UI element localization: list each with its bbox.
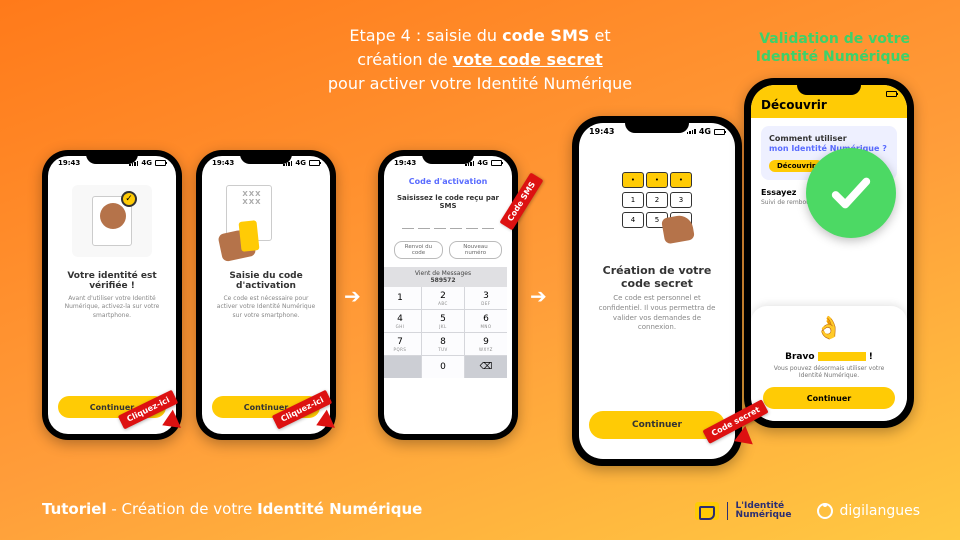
body-text: Avant d'utiliser votre Identité Numériqu… (58, 295, 166, 320)
key-1[interactable]: 1 (384, 287, 421, 309)
keypad-illustration: •••123456 (609, 156, 705, 246)
numeric-keyboard[interactable]: 12ABC3DEF 4GHI5JKL6MNO 7PQRS8TUV9WXYZ0⌫ (384, 287, 507, 378)
key-0[interactable]: 0 (422, 356, 464, 378)
key-7[interactable]: 7PQRS (384, 333, 421, 355)
phone-discover: 19:434G Découvrir Comment utiliser mon I… (744, 78, 914, 428)
key-⌫[interactable]: ⌫ (465, 356, 507, 378)
verified-illustration: ✓ (72, 185, 152, 257)
logo-bar: L'IdentitéNumérique digilangues (695, 502, 920, 520)
key-2[interactable]: 2ABC (422, 287, 464, 309)
code-illustration: XXX XXX (226, 185, 306, 257)
key-6[interactable]: 6MNO (465, 310, 507, 332)
ok-hand-icon (812, 316, 846, 346)
new-number-link[interactable]: Nouveau numéro (449, 241, 502, 259)
success-check-icon (806, 148, 896, 238)
validation-caption: Validation de votreIdentité Numérique (756, 30, 910, 66)
sms-suggestion[interactable]: Vient de Messages589572 (384, 267, 507, 287)
key-3[interactable]: 3DEF (465, 287, 507, 309)
key-9[interactable]: 9WXYZ (465, 333, 507, 355)
digilangues-logo: digilangues (817, 503, 920, 519)
footer-caption: Tutoriel - Création de votre Identité Nu… (42, 500, 422, 518)
resend-code-link[interactable]: Renvoi du code (394, 241, 443, 259)
phone-enter-sms: 19:434G Code d'activation Saisissez le c… (378, 150, 518, 440)
success-sheet: Bravo ! Vous pouvez désormais utiliser v… (751, 306, 907, 421)
key-5[interactable]: 5JKL (422, 310, 464, 332)
code-input[interactable] (402, 216, 494, 229)
continue-button[interactable]: Continuer (763, 387, 895, 409)
laposte-icon (695, 502, 719, 520)
input-label: Saisissez le code reçu par SMS (394, 194, 502, 210)
identite-numerique-logo: L'IdentitéNumérique (695, 502, 792, 520)
phone-create-secret: 19:434G •••123456 Création de votre code… (572, 116, 742, 466)
key-8[interactable]: 8TUV (422, 333, 464, 355)
key-blank[interactable] (384, 356, 421, 378)
arrow-icon: ➔ (530, 284, 547, 308)
heading: Votre identité est vérifiée ! (58, 271, 166, 291)
screen-heading: Code d'activation (409, 177, 488, 186)
slide-title: Etape 4 : saisie du code SMS et création… (260, 24, 700, 96)
digilangues-icon (817, 503, 833, 519)
key-4[interactable]: 4GHI (384, 310, 421, 332)
arrow-icon: ➔ (344, 284, 361, 308)
